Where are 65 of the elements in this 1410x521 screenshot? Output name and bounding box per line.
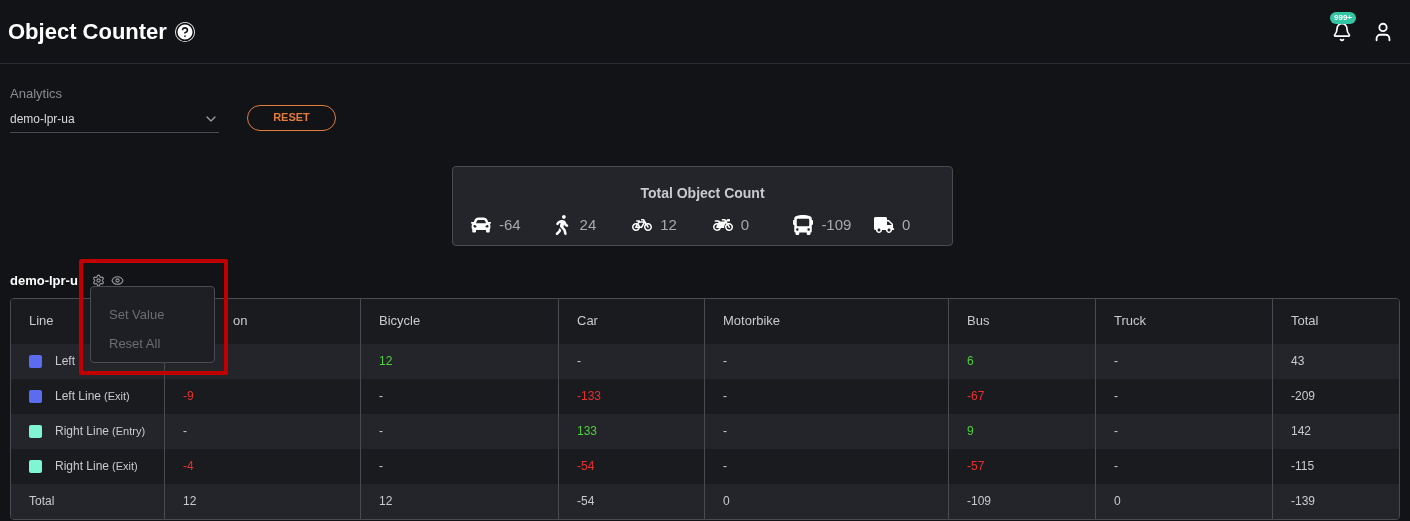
table-cell-text: -: [723, 388, 727, 405]
table-cell-text: 0: [723, 493, 730, 510]
table-cell-text: -: [1114, 423, 1118, 440]
table-cell-text: -: [1114, 353, 1118, 370]
table-cell-text: -: [577, 353, 581, 370]
table-cell-text: 43: [1291, 353, 1305, 370]
line-name: Right Line (Exit): [55, 458, 138, 475]
notification-badge: 999+: [1330, 11, 1357, 24]
count-value: 0: [740, 214, 750, 235]
notification-bell-icon[interactable]: [1332, 21, 1352, 42]
column-header: Line: [29, 312, 54, 331]
count-value: 24: [579, 214, 597, 235]
bus-icon: [793, 214, 814, 235]
count-value: -64: [499, 214, 521, 235]
column-header: Bicycle: [379, 312, 421, 331]
analytics-select[interactable]: demo-lpr-ua: [10, 103, 219, 133]
table-cell-text: 12: [379, 353, 393, 370]
column-header: Motorbike: [723, 312, 781, 331]
table-cell-text: -: [723, 423, 727, 440]
settings-icon[interactable]: [91, 274, 105, 287]
table-cell-text: -: [379, 423, 383, 440]
table-cell-text: -: [379, 388, 383, 405]
card-title: Total Object Count: [640, 183, 765, 203]
count-value: 0: [901, 214, 911, 235]
table-cell-text: -4: [183, 458, 194, 475]
table-cell-text: -54: [577, 458, 595, 475]
table-cell-text: -: [723, 353, 727, 370]
page-title: Object Counter: [8, 18, 167, 46]
column-header: on: [233, 312, 248, 331]
line-name: Total: [29, 493, 55, 510]
table-cell-text: -: [1114, 388, 1118, 405]
table-cell-text: -209: [1291, 388, 1316, 405]
table-cell-text: -57: [967, 458, 985, 475]
column-header: Bus: [967, 312, 990, 331]
line-name: Left: [55, 353, 75, 370]
help-icon[interactable]: [174, 21, 195, 42]
table-cell-text: -: [183, 423, 187, 440]
table-cell-text: -133: [577, 388, 602, 405]
table-cell-text: 0: [1114, 493, 1121, 510]
line-name: Right Line (Entry): [55, 423, 146, 440]
table-cell-text: 133: [577, 423, 598, 440]
table-cell-text: 142: [1291, 423, 1312, 440]
table-cell-text: -9: [183, 388, 194, 405]
truck-icon: [873, 214, 894, 235]
table-cell-text: 9: [967, 423, 974, 440]
table-cell-text: -109: [967, 493, 992, 510]
table-cell-text: -: [1114, 458, 1118, 475]
column-header: Total: [1291, 312, 1319, 331]
section-title: demo-lpr-u: [10, 271, 78, 290]
table-cell-text: 12: [379, 493, 393, 510]
table-cell-text: -139: [1291, 493, 1316, 510]
table-cell-text: -: [723, 458, 727, 475]
count-value: 12: [660, 214, 677, 235]
table-cell-text: 6: [967, 353, 974, 370]
table-cell-text: -54: [577, 493, 595, 510]
table-cell-text: 12: [183, 493, 197, 510]
eye-icon[interactable]: [110, 274, 124, 287]
column-header: Truck: [1114, 312, 1147, 331]
table-cell-text: -115: [1291, 458, 1315, 475]
table-cell-text: -67: [967, 388, 985, 405]
count-value: -109: [821, 214, 852, 235]
table-cell-text: -: [379, 458, 383, 475]
field-label: Analytics: [10, 85, 64, 103]
column-header: Car: [577, 312, 598, 331]
line-name: Left Line (Exit): [55, 388, 130, 405]
